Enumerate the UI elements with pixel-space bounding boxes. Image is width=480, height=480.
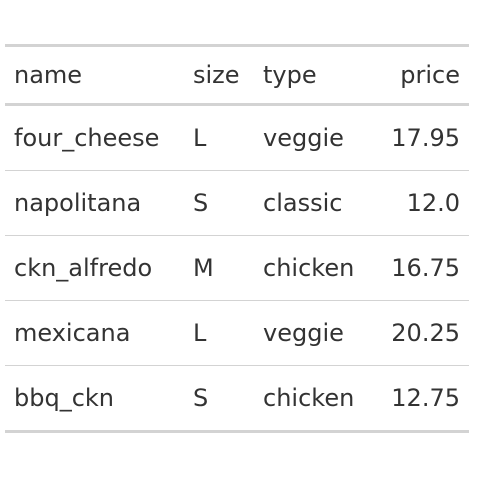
table-body: four_cheese L veggie 17.95 napolitana S …	[5, 104, 469, 433]
header-row: name size type price	[5, 45, 469, 105]
cell-type: veggie	[254, 300, 376, 366]
column-header-type: type	[263, 61, 317, 89]
column-header-name: name	[14, 61, 83, 89]
table-row: four_cheese L veggie 17.95	[5, 104, 469, 171]
pizza-table-container: name size type price four_cheese L veggi…	[5, 44, 469, 433]
cell-name: four_cheese	[5, 104, 184, 171]
cell-size: S	[184, 170, 254, 236]
cell-name: mexicana	[5, 300, 184, 366]
table-row: ckn_alfredo M chicken 16.75	[5, 235, 469, 301]
column-header-size: size	[193, 61, 240, 89]
cell-type: chicken	[254, 235, 376, 301]
pizza-table: name size type price four_cheese L veggi…	[5, 44, 469, 433]
table-header: name size type price	[5, 45, 469, 105]
cell-size: S	[184, 365, 254, 433]
cell-name: ckn_alfredo	[5, 235, 184, 301]
column-header-price: price	[400, 61, 460, 89]
cell-size: L	[184, 104, 254, 171]
cell-price: 16.75	[376, 235, 469, 301]
cell-size: M	[184, 235, 254, 301]
cell-price: 12.75	[376, 365, 469, 433]
cell-price: 17.95	[376, 104, 469, 171]
cell-type: chicken	[254, 365, 376, 433]
table-row: mexicana L veggie 20.25	[5, 300, 469, 366]
cell-name: bbq_ckn	[5, 365, 184, 433]
cell-size: L	[184, 300, 254, 366]
cell-price: 12.0	[376, 170, 469, 236]
table-row: bbq_ckn S chicken 12.75	[5, 365, 469, 433]
cell-type: veggie	[254, 104, 376, 171]
cell-type: classic	[254, 170, 376, 236]
cell-price: 20.25	[376, 300, 469, 366]
table-row: napolitana S classic 12.0	[5, 170, 469, 236]
cell-name: napolitana	[5, 170, 184, 236]
